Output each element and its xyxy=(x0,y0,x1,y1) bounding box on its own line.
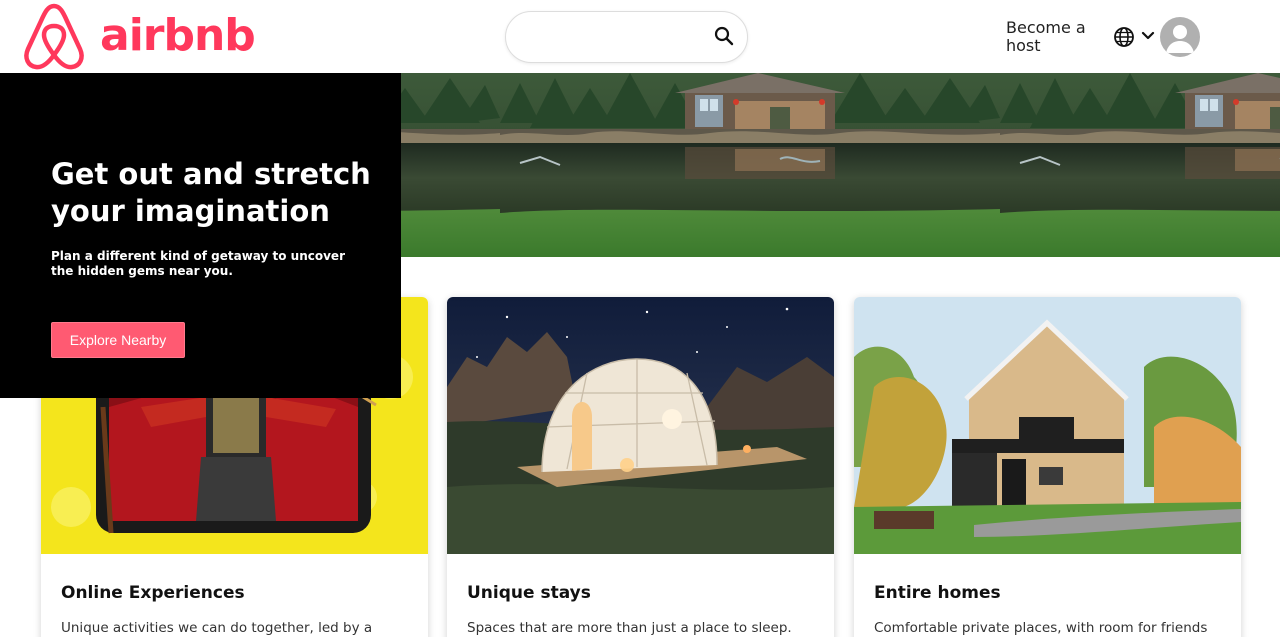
explore-nearby-button[interactable]: Explore Nearby xyxy=(51,322,185,358)
card-description: Unique activities we can do together, le… xyxy=(61,620,373,636)
hero-subtitle: Plan a different kind of getaway to unco… xyxy=(51,249,345,278)
search-input[interactable] xyxy=(524,26,709,50)
avatar-icon xyxy=(1166,25,1194,53)
page: airbnb Become a host Get out and stretch… xyxy=(0,0,1282,637)
entire-homes-image xyxy=(854,297,1241,554)
unique-stays-image xyxy=(447,297,834,554)
become-host-link[interactable]: Become a host xyxy=(1006,19,1096,55)
avatar[interactable] xyxy=(1160,17,1200,57)
search-bar xyxy=(505,11,748,63)
card-title: Unique stays xyxy=(467,583,591,603)
header: airbnb Become a host xyxy=(0,0,1282,73)
card-description: Spaces that are more than just a place t… xyxy=(467,620,792,636)
airbnb-logo-icon xyxy=(24,3,84,70)
card-entire-homes[interactable]: Entire homes Comfortable private places,… xyxy=(854,297,1241,637)
search-icon[interactable] xyxy=(714,26,734,46)
brand-name: airbnb xyxy=(100,10,256,61)
hero-title: Get out and stretch your imagination xyxy=(51,157,371,228)
card-title: Entire homes xyxy=(874,583,1001,603)
hero-card: Get out and stretch your imagination Pla… xyxy=(0,73,401,398)
card-title: Online Experiences xyxy=(61,583,245,603)
card-description: Comfortable private places, with room fo… xyxy=(874,620,1208,636)
globe-icon[interactable] xyxy=(1113,26,1135,48)
logo[interactable]: airbnb xyxy=(20,0,256,72)
card-unique-stays[interactable]: Unique stays Spaces that are more than j… xyxy=(447,297,834,637)
chevron-down-icon[interactable] xyxy=(1141,31,1155,41)
